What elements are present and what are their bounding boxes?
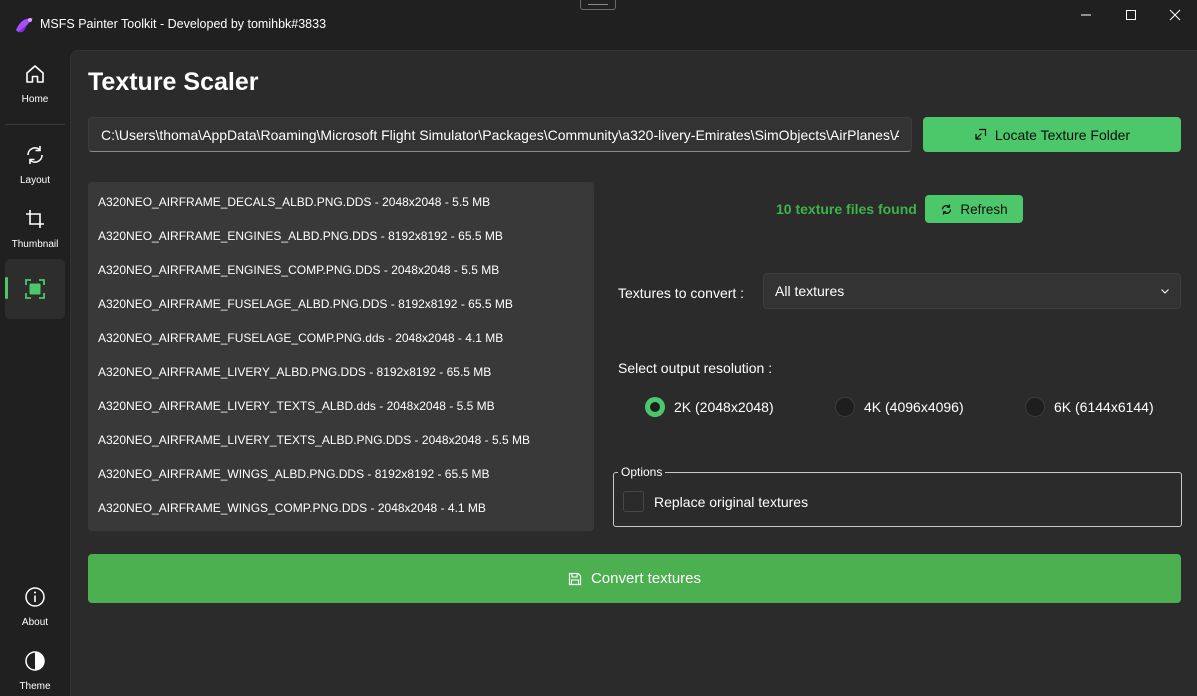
chevron-down-icon bbox=[1161, 289, 1169, 294]
convert-textures-button[interactable]: Convert textures bbox=[88, 554, 1181, 603]
list-item[interactable]: A320NEO_AIRFRAME_LIVERY_TEXTS_ALBD.dds -… bbox=[88, 389, 594, 423]
textures-to-convert-label: Textures to convert : bbox=[618, 285, 745, 301]
sidebar-item-about[interactable]: About bbox=[5, 577, 65, 637]
resolution-radio-6k[interactable]: 6K (6144x6144) bbox=[1025, 397, 1154, 417]
list-item[interactable]: A320NEO_AIRFRAME_LIVERY_ALBD.PNG.DDS - 8… bbox=[88, 355, 594, 389]
theme-icon bbox=[25, 651, 45, 671]
textures-to-convert-select[interactable]: All textures bbox=[763, 273, 1181, 309]
list-item[interactable]: A320NEO_AIRFRAME_DECALS_ALBD.PNG.DDS - 2… bbox=[88, 185, 594, 219]
texture-file-list[interactable]: A320NEO_AIRFRAME_DECALS_ALBD.PNG.DDS - 2… bbox=[88, 182, 594, 531]
locate-button-label: Locate Texture Folder bbox=[994, 126, 1131, 143]
drag-handle[interactable] bbox=[580, 0, 616, 10]
folder-open-icon bbox=[975, 128, 987, 140]
sidebar-item-label: About bbox=[21, 617, 49, 628]
title-bar: MSFS Painter Toolkit - Developed by tomi… bbox=[0, 0, 1197, 50]
radio-button[interactable] bbox=[645, 397, 665, 417]
list-item[interactable]: A320NEO_AIRFRAME_WINGS_ALBD.PNG.DDS - 81… bbox=[88, 457, 594, 491]
sidebar: Home Layout Thumbnail About Theme bbox=[0, 50, 70, 696]
sidebar-item-theme[interactable]: Theme bbox=[5, 641, 65, 696]
maximize-button[interactable] bbox=[1108, 0, 1154, 30]
refresh-icon bbox=[942, 204, 952, 214]
sidebar-item-label: Home bbox=[21, 94, 49, 105]
window-title: MSFS Painter Toolkit - Developed by tomi… bbox=[40, 17, 327, 31]
close-icon bbox=[1169, 9, 1181, 21]
replace-textures-checkbox[interactable] bbox=[623, 491, 644, 512]
sidebar-item-home[interactable]: Home bbox=[5, 54, 65, 114]
sidebar-item-thumbnail[interactable]: Thumbnail bbox=[5, 199, 65, 259]
list-item[interactable]: A320NEO_AIRFRAME_FUSELAGE_COMP.PNG.dds -… bbox=[88, 321, 594, 355]
refresh-button-label: Refresh bbox=[960, 201, 1008, 217]
locate-texture-folder-button[interactable]: Locate Texture Folder bbox=[923, 117, 1181, 152]
sidebar-item-layout[interactable]: Layout bbox=[5, 135, 65, 195]
resolution-radio-4k[interactable]: 4K (4096x4096) bbox=[835, 397, 964, 417]
active-indicator bbox=[5, 277, 8, 299]
output-resolution-label: Select output resolution : bbox=[618, 360, 773, 376]
replace-textures-label[interactable]: Replace original textures bbox=[654, 494, 808, 510]
convert-button-label: Convert textures bbox=[590, 570, 702, 587]
minimize-button[interactable] bbox=[1063, 0, 1109, 30]
close-button[interactable] bbox=[1152, 0, 1197, 30]
sidebar-item-label: Thumbnail bbox=[11, 239, 59, 250]
list-item[interactable]: A320NEO_AIRFRAME_FUSELAGE_ALBD.PNG.DDS -… bbox=[88, 287, 594, 321]
maximize-icon bbox=[1126, 10, 1136, 20]
refresh-button[interactable]: Refresh bbox=[925, 195, 1023, 223]
resolution-radio-2k[interactable]: 2K (2048x2048) bbox=[645, 397, 774, 417]
files-found-status: 10 texture files found bbox=[776, 201, 917, 217]
radio-label: 2K (2048x2048) bbox=[674, 399, 774, 415]
radio-label: 4K (4096x4096) bbox=[864, 399, 964, 415]
sync-icon bbox=[27, 146, 43, 164]
list-item[interactable]: A320NEO_AIRFRAME_ENGINES_COMP.PNG.DDS - … bbox=[88, 253, 594, 287]
select-value: All textures bbox=[775, 283, 845, 299]
sidebar-item-texture-scaler[interactable] bbox=[5, 259, 65, 319]
radio-button[interactable] bbox=[835, 397, 855, 417]
radio-button[interactable] bbox=[1025, 397, 1045, 417]
list-item[interactable]: A320NEO_AIRFRAME_ENGINES_ALBD.PNG.DDS - … bbox=[88, 219, 594, 253]
app-logo-icon bbox=[16, 18, 33, 33]
radio-label: 6K (6144x6144) bbox=[1054, 399, 1154, 415]
sidebar-item-label: Layout bbox=[19, 175, 51, 186]
options-legend: Options bbox=[618, 465, 666, 479]
list-item[interactable]: A320NEO_AIRFRAME_WINGS_COMP.PNG.DDS - 20… bbox=[88, 491, 594, 525]
list-item[interactable]: A320NEO_AIRFRAME_LIVERY_TEXTS_ALBD.PNG.D… bbox=[88, 423, 594, 457]
scale-icon bbox=[25, 279, 45, 299]
texture-path-input[interactable] bbox=[88, 117, 912, 152]
minimize-icon bbox=[1081, 14, 1091, 16]
home-icon bbox=[26, 65, 44, 83]
save-icon bbox=[568, 572, 582, 585]
info-icon bbox=[25, 587, 45, 607]
sidebar-item-label: Theme bbox=[19, 681, 51, 692]
main-content: Texture Scaler Locate Texture Folder A32… bbox=[70, 50, 1197, 696]
crop-icon bbox=[26, 210, 44, 228]
sidebar-divider bbox=[5, 124, 65, 125]
page-title: Texture Scaler bbox=[88, 68, 259, 96]
